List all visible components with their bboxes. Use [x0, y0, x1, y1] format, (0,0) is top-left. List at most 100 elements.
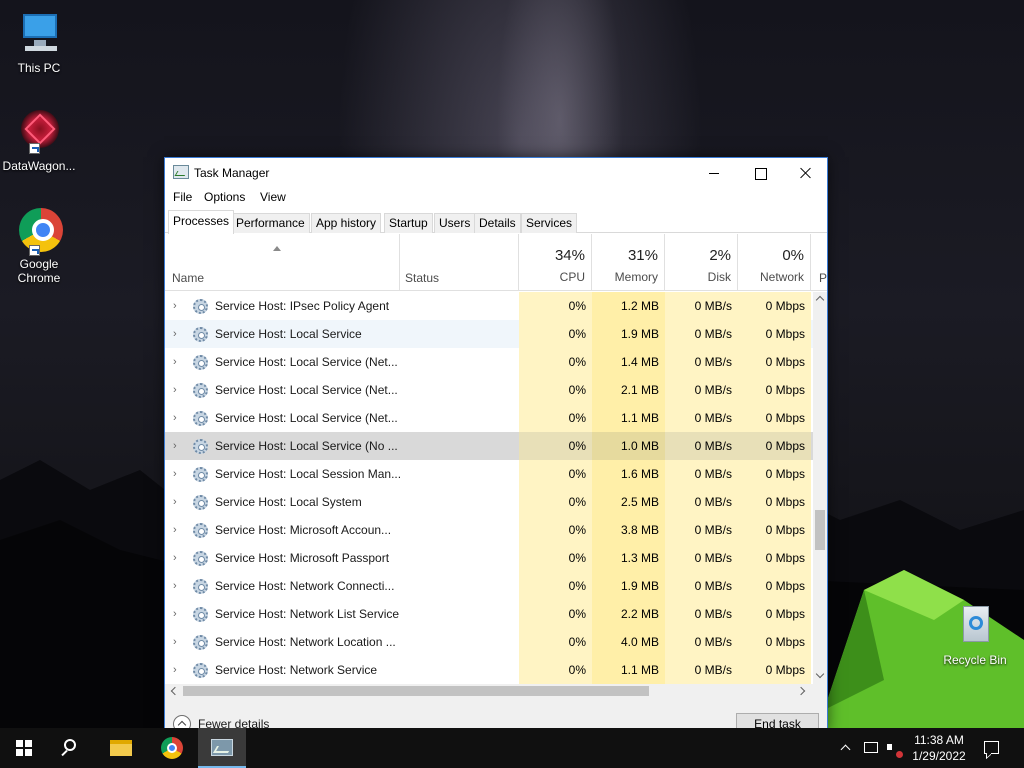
tab-services[interactable]: Services — [521, 213, 578, 233]
table-row[interactable]: › Service Host: Network List Service 0% 2.2… — [165, 600, 813, 628]
cpu-value: 0% — [519, 348, 592, 376]
table-row[interactable]: › Service Host: Local Service 0% 1.9 MB 0 MB… — [165, 320, 813, 348]
close-button[interactable] — [783, 158, 827, 188]
expand-chevron-icon[interactable]: › — [173, 516, 183, 544]
cpu-value: 0% — [519, 656, 592, 684]
network-icon[interactable] — [862, 728, 880, 768]
expand-chevron-icon[interactable]: › — [173, 348, 183, 376]
vertical-scrollbar[interactable] — [813, 292, 827, 684]
service-gear-icon — [193, 523, 208, 538]
expand-chevron-icon[interactable]: › — [173, 292, 183, 320]
disk-value: 0 MB/s — [665, 460, 738, 488]
desktop-icon-google-chrome[interactable]: Google Chrome — [0, 206, 78, 285]
start-button[interactable] — [0, 728, 48, 768]
tab-app-history[interactable]: App history — [311, 213, 382, 233]
menu-view[interactable]: View — [258, 190, 288, 204]
expand-chevron-icon[interactable]: › — [173, 600, 183, 628]
expand-chevron-icon[interactable]: › — [173, 376, 183, 404]
scroll-down-icon[interactable] — [816, 672, 824, 680]
show-hidden-icons-chevron-icon[interactable] — [838, 728, 854, 768]
desktop-icon-recycle-bin[interactable]: Recycle Bin — [936, 602, 1014, 667]
desktop-icon-this-pc[interactable]: This PC — [0, 10, 78, 75]
service-gear-icon — [193, 383, 208, 398]
menu-options[interactable]: Options — [202, 190, 247, 204]
disk-value: 0 MB/s — [665, 488, 738, 516]
vertical-scroll-thumb[interactable] — [815, 510, 825, 550]
clock[interactable]: 11:38 AM 1/29/2022 — [906, 728, 972, 768]
column-memory-label: Memory — [614, 270, 658, 284]
title-bar[interactable]: Task Manager — [165, 158, 827, 188]
scroll-left-icon[interactable] — [169, 687, 177, 695]
memory-value: 2.5 MB — [592, 488, 665, 516]
table-row[interactable]: › Service Host: Network Service 0% 1.1 MB 0 … — [165, 656, 813, 684]
table-row[interactable]: › Service Host: Microsoft Accoun... 0% 3.8 … — [165, 516, 813, 544]
expand-chevron-icon[interactable]: › — [173, 460, 183, 488]
cpu-total-percent: 34% — [554, 247, 585, 264]
expand-chevron-icon[interactable]: › — [173, 572, 183, 600]
memory-value: 1.2 MB — [592, 292, 665, 320]
network-value: 0 Mbps — [738, 544, 811, 572]
maximize-button[interactable] — [737, 158, 783, 188]
expand-chevron-icon[interactable]: › — [173, 488, 183, 516]
notification-center-icon[interactable] — [980, 728, 1002, 768]
task-manager-taskbar-button[interactable] — [198, 728, 246, 768]
chrome-icon — [161, 737, 183, 759]
table-row[interactable]: › Service Host: Local Service (Net... 0% 1.… — [165, 404, 813, 432]
table-row[interactable]: › Service Host: Local Session Man... 0% 1.6… — [165, 460, 813, 488]
menu-file[interactable]: File — [171, 190, 194, 204]
table-row[interactable]: › Service Host: Microsoft Passport 0% 1.3 M… — [165, 544, 813, 572]
table-row[interactable]: › Service Host: Local Service (No ... 0% 1.… — [165, 432, 813, 460]
network-value: 0 Mbps — [738, 572, 811, 600]
table-row[interactable]: › Service Host: Local System 0% 2.5 MB 0 MB/… — [165, 488, 813, 516]
network-value: 0 Mbps — [738, 600, 811, 628]
cpu-value: 0% — [519, 572, 592, 600]
expand-chevron-icon[interactable]: › — [173, 656, 183, 684]
table-row[interactable]: › Service Host: Network Connecti... 0% 1.9 … — [165, 572, 813, 600]
column-disk[interactable]: 2% Disk — [665, 234, 738, 291]
volume-muted-icon[interactable] — [884, 728, 904, 768]
table-row[interactable]: › Service Host: Local Service (Net... 0% 1.… — [165, 348, 813, 376]
horizontal-scroll-thumb[interactable] — [183, 686, 649, 696]
tab-users[interactable]: Users — [434, 213, 476, 233]
table-row[interactable]: › Service Host: Network Location ... 0% 4.0… — [165, 628, 813, 656]
process-name: Service Host: IPsec Policy Agent — [215, 299, 390, 313]
tab-details[interactable]: Details — [474, 213, 521, 233]
memory-value: 2.2 MB — [592, 600, 665, 628]
table-row[interactable]: › Service Host: Local Service (Net... 0% 2.… — [165, 376, 813, 404]
scroll-up-icon[interactable] — [816, 295, 824, 303]
tab-startup[interactable]: Startup — [384, 213, 433, 233]
tab-processes[interactable]: Processes — [168, 210, 235, 234]
disk-value: 0 MB/s — [665, 376, 738, 404]
desktop-icon-label: This PC — [17, 61, 61, 75]
expand-chevron-icon[interactable]: › — [173, 628, 183, 656]
horizontal-scrollbar[interactable] — [165, 684, 813, 698]
column-header: Name Status 34% CPU 31% Memory 2% Disk 0… — [165, 234, 827, 291]
column-network[interactable]: 0% Network — [738, 234, 811, 291]
process-name: Service Host: Network Connecti... — [215, 579, 395, 593]
column-power-truncated[interactable]: P — [811, 234, 827, 291]
expand-chevron-icon[interactable]: › — [173, 320, 183, 348]
expand-chevron-icon[interactable]: › — [173, 404, 183, 432]
network-value: 0 Mbps — [738, 460, 811, 488]
minimize-button[interactable] — [691, 158, 737, 188]
column-cpu[interactable]: 34% CPU — [519, 234, 592, 291]
column-memory[interactable]: 31% Memory — [592, 234, 665, 291]
column-status[interactable]: Status — [400, 234, 519, 291]
expand-chevron-icon[interactable]: › — [173, 432, 183, 460]
search-button[interactable] — [48, 728, 96, 768]
file-explorer-button[interactable] — [98, 728, 146, 768]
process-name: Service Host: Local Service (No ... — [215, 439, 398, 453]
column-name[interactable]: Name — [165, 234, 400, 291]
scroll-right-icon[interactable] — [798, 687, 806, 695]
network-value: 0 Mbps — [738, 432, 811, 460]
chrome-taskbar-button[interactable] — [148, 728, 196, 768]
network-value: 0 Mbps — [738, 348, 811, 376]
tab-performance[interactable]: Performance — [231, 213, 310, 233]
cpu-value: 0% — [519, 544, 592, 572]
table-row[interactable]: › Service Host: IPsec Policy Agent 0% 1.2 M… — [165, 292, 813, 320]
window-title: Task Manager — [194, 166, 270, 180]
expand-chevron-icon[interactable]: › — [173, 544, 183, 572]
cpu-value: 0% — [519, 376, 592, 404]
cpu-value: 0% — [519, 628, 592, 656]
desktop-icon-datawagon[interactable]: DataWagon... — [0, 108, 78, 173]
